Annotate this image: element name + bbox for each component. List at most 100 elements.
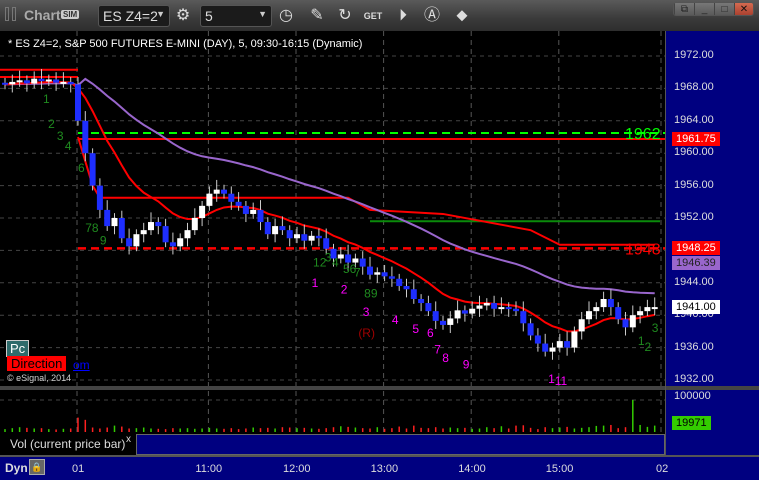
candle-body <box>440 320 446 325</box>
candle-body <box>264 222 271 235</box>
candle-body <box>651 307 658 310</box>
candle-body <box>2 82 8 85</box>
settings-gear-icon[interactable]: ⚙ <box>172 5 194 27</box>
direction-badge[interactable]: Direction <box>7 356 67 371</box>
annotation-label: 4 <box>65 139 72 153</box>
annotation-label: 1 <box>43 92 50 106</box>
candle-body <box>294 234 300 239</box>
clock-icon[interactable]: ◷ <box>275 5 297 27</box>
candle-body <box>155 222 162 227</box>
candle-body <box>272 226 279 235</box>
annotation-label: 7 <box>354 265 361 279</box>
candle-body <box>418 299 425 304</box>
interval-select[interactable]: 5 ▼ <box>200 5 272 27</box>
volume-scroll-area <box>136 434 665 455</box>
price-tag: 1946.39 <box>672 256 720 271</box>
chart-plot-area[interactable]: 1 2 3 4 6 7 8 9 12 3 4 56 7 89 1 2 3 (R) 4 5 6 7 8 9 1 11 1 2 3 1962 1… <box>0 31 665 455</box>
interval-value: 5 <box>205 8 213 24</box>
candle-body <box>184 230 191 239</box>
annotation-label: 3 <box>325 251 332 265</box>
maximize-button[interactable]: □ <box>714 3 734 15</box>
candle-body <box>549 347 556 352</box>
candle-body <box>622 319 629 328</box>
candle-body <box>498 307 505 310</box>
level-label: 1962 <box>625 126 661 143</box>
annotation-label: 6 <box>78 161 85 175</box>
candle-body <box>199 205 206 218</box>
annotation-label: 2 <box>644 340 651 354</box>
direction-link[interactable]: om <box>73 358 90 372</box>
candle-body <box>53 79 60 83</box>
annotation-label: 2 <box>341 282 348 296</box>
annotation-label: 3 <box>57 129 64 143</box>
annotation-label: (R) <box>358 326 375 340</box>
candle-body <box>9 81 16 85</box>
annotation-label: 5 <box>412 322 419 336</box>
candle-body <box>571 331 578 348</box>
annotation-label: 8 <box>442 351 449 365</box>
window-controls: ⧉ _ □ ✕ <box>673 2 754 16</box>
candle-body <box>148 222 154 231</box>
volume-current-tag: 19971 <box>672 416 711 430</box>
candle-body <box>235 201 242 206</box>
link-icon[interactable]: ⬥ <box>451 5 473 27</box>
time-tick-label: 11:00 <box>195 463 223 475</box>
candle-body <box>469 308 476 314</box>
annotation-label: 89 <box>364 286 378 300</box>
annotation-label: 11 <box>555 374 568 388</box>
lock-icon[interactable]: 🔒 <box>29 459 45 475</box>
volume-study-label[interactable]: Vol (current price bar) <box>10 437 125 451</box>
annotation-label: 4 <box>392 313 399 327</box>
pencil-icon[interactable]: ✎ <box>306 5 328 27</box>
candle-body <box>323 238 330 249</box>
time-tick-label: 13:00 <box>370 463 399 475</box>
candle-body <box>447 318 454 325</box>
candle-body <box>118 218 125 239</box>
candle-body <box>600 299 607 308</box>
annotation-label: 3 <box>652 321 659 335</box>
candle-body <box>23 80 30 84</box>
candle-body <box>75 84 81 121</box>
candle-body <box>126 238 133 247</box>
price-chart[interactable]: 123467 89123 4 567891 23(R)45 678 91 111 2319621… <box>0 31 665 455</box>
symbol-value: ES Z4=2 <box>103 8 158 24</box>
candle-body <box>520 311 527 324</box>
annotation-label: 9 <box>463 358 470 372</box>
volume-tick-label: 100000 <box>674 390 711 402</box>
grip-icon[interactable] <box>12 7 16 21</box>
close-study-icon[interactable]: x <box>126 434 131 445</box>
time-axis[interactable]: Dyn 🔒 01 11:00 12:00 13:00 14:00 15:00 02 <box>0 455 759 480</box>
close-button[interactable]: ✕ <box>734 3 753 15</box>
minimize-button[interactable]: _ <box>694 3 714 15</box>
symbol-select[interactable]: ES Z4=2 ▼ <box>98 5 170 27</box>
candle-body <box>593 307 600 312</box>
time-tick-label: 12:00 <box>283 463 311 475</box>
price-tick-label: 1944.00 <box>674 275 714 288</box>
restore-dropdown-button[interactable]: ⧉ <box>674 3 694 15</box>
auto-scale-icon[interactable]: Ⓐ <box>421 5 443 27</box>
price-axis[interactable]: 1972.00 1968.00 1964.00 1960.00 1956.00 1952.… <box>665 31 759 455</box>
candle-body <box>191 218 198 231</box>
candle-body <box>242 205 249 214</box>
candle-body <box>213 189 220 194</box>
refresh-icon[interactable]: ↻ <box>334 5 356 27</box>
time-tick-label: 02 <box>656 463 669 475</box>
price-tick-label: 1936.00 <box>674 340 714 353</box>
price-tag: 1948.25 <box>672 241 720 256</box>
copyright: © eSignal, 2014 <box>7 373 72 383</box>
play-icon[interactable]: ⏵ <box>392 5 414 27</box>
sim-badge: SIM <box>61 10 80 19</box>
price-tick-label: 1932.00 <box>674 373 714 385</box>
get-icon[interactable]: GET <box>362 5 384 27</box>
candle-body <box>534 335 541 344</box>
candle-body <box>315 235 322 239</box>
annotation-label: 6 <box>427 326 434 340</box>
price-tick-label: 1952.00 <box>674 211 714 223</box>
candle-body <box>381 272 388 277</box>
candle-body <box>308 235 315 241</box>
dynamic-mode-label[interactable]: Dyn <box>5 461 28 475</box>
pc-badge[interactable]: Pc <box>6 340 30 357</box>
annotation-label: 1 <box>312 276 319 290</box>
candle-body <box>140 230 147 235</box>
grip-icon[interactable] <box>5 7 9 21</box>
